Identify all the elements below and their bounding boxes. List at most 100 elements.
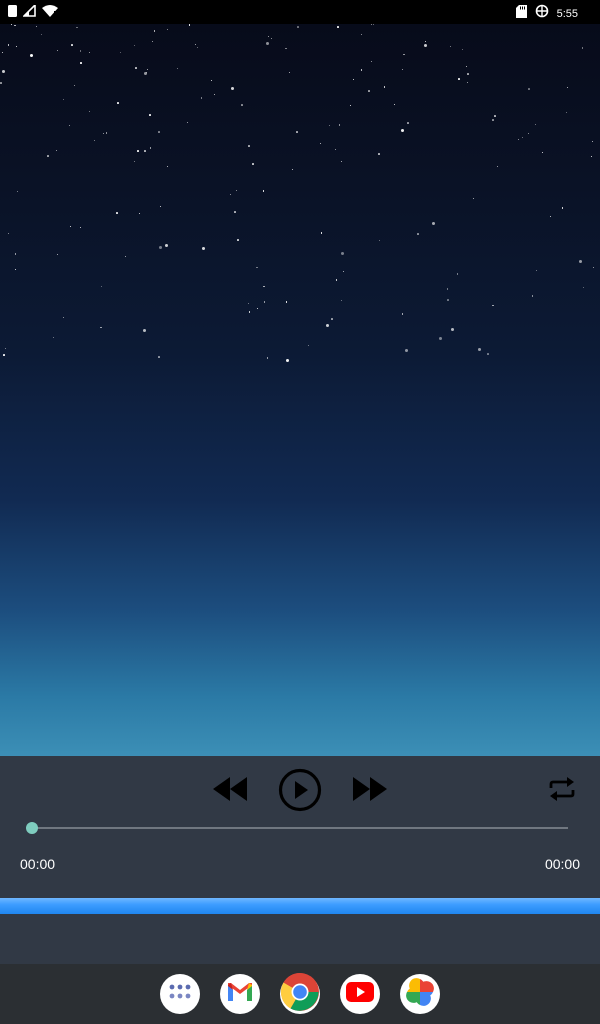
star [241, 104, 244, 106]
star [373, 24, 375, 26]
star [62, 99, 64, 101]
star [56, 50, 58, 52]
star [117, 102, 119, 104]
fast-forward-button[interactable] [348, 774, 392, 808]
star [517, 138, 519, 140]
dock-youtube[interactable] [340, 974, 380, 1014]
star [167, 29, 169, 31]
sd-card-icon [515, 4, 527, 23]
star [462, 48, 464, 50]
star [581, 46, 584, 49]
repeat-button[interactable] [544, 774, 580, 808]
star [143, 150, 146, 152]
chrome-icon [280, 972, 320, 1017]
seek-bar-thumb[interactable] [26, 822, 38, 834]
sync-icon [535, 4, 549, 23]
star [55, 149, 57, 151]
dock-chrome[interactable] [280, 972, 320, 1017]
star [46, 155, 49, 157]
star [535, 269, 537, 271]
star [57, 253, 59, 255]
star [400, 129, 404, 133]
star [247, 302, 250, 305]
star [53, 337, 55, 339]
star [0, 82, 2, 84]
star [266, 357, 269, 359]
star [320, 142, 322, 144]
star [446, 299, 449, 302]
star [527, 133, 529, 135]
star [237, 239, 239, 241]
star [296, 131, 299, 133]
star [458, 78, 461, 81]
star [164, 243, 168, 247]
status-bar: 5:55 [0, 0, 600, 24]
star [88, 111, 90, 113]
star [267, 35, 269, 37]
star [14, 253, 17, 255]
star [73, 84, 75, 86]
star [404, 348, 408, 352]
total-time: 00:00 [544, 856, 580, 872]
dock-gmail[interactable] [220, 974, 260, 1014]
dock-app-drawer[interactable] [160, 974, 200, 1014]
star [263, 301, 266, 303]
star [116, 211, 118, 214]
player-bottom-area [0, 914, 600, 964]
star [417, 233, 419, 235]
wifi-icon [42, 4, 58, 22]
star [196, 47, 198, 49]
star [401, 313, 404, 315]
star [159, 245, 163, 249]
star [213, 94, 215, 96]
star [496, 166, 498, 168]
star [592, 267, 594, 269]
star [234, 210, 236, 213]
star [561, 207, 564, 209]
star [8, 233, 10, 235]
star [335, 149, 337, 151]
star [368, 89, 370, 92]
star [14, 269, 16, 271]
star [353, 78, 355, 80]
play-button[interactable] [276, 768, 324, 816]
star [69, 226, 71, 228]
elapsed-time: 00:00 [20, 856, 56, 872]
star [340, 251, 344, 255]
star [210, 80, 212, 82]
star [7, 44, 10, 46]
star [592, 141, 594, 143]
star [467, 82, 469, 84]
star [456, 273, 459, 276]
star [531, 294, 534, 297]
star [200, 97, 203, 99]
star [329, 124, 331, 126]
star [297, 26, 299, 28]
fast-forward-icon [351, 776, 389, 807]
seek-bar[interactable] [32, 827, 568, 829]
star [186, 122, 188, 124]
star [229, 194, 231, 196]
photos-icon [405, 977, 435, 1012]
star [528, 88, 530, 90]
star [143, 72, 147, 76]
star [139, 213, 141, 215]
star [378, 239, 381, 242]
star [119, 52, 121, 54]
star [578, 260, 582, 264]
star [105, 132, 108, 135]
star [13, 24, 16, 27]
rewind-button[interactable] [208, 774, 252, 808]
dock-photos[interactable] [400, 974, 440, 1014]
star [133, 160, 136, 163]
signal-icon [22, 3, 36, 22]
star [142, 329, 146, 333]
notification-icon [8, 4, 17, 22]
star [494, 115, 496, 117]
star [265, 41, 269, 45]
star [10, 24, 12, 26]
star [378, 153, 380, 155]
star [431, 222, 435, 226]
star [337, 26, 339, 29]
app-drawer-icon [169, 984, 191, 1005]
